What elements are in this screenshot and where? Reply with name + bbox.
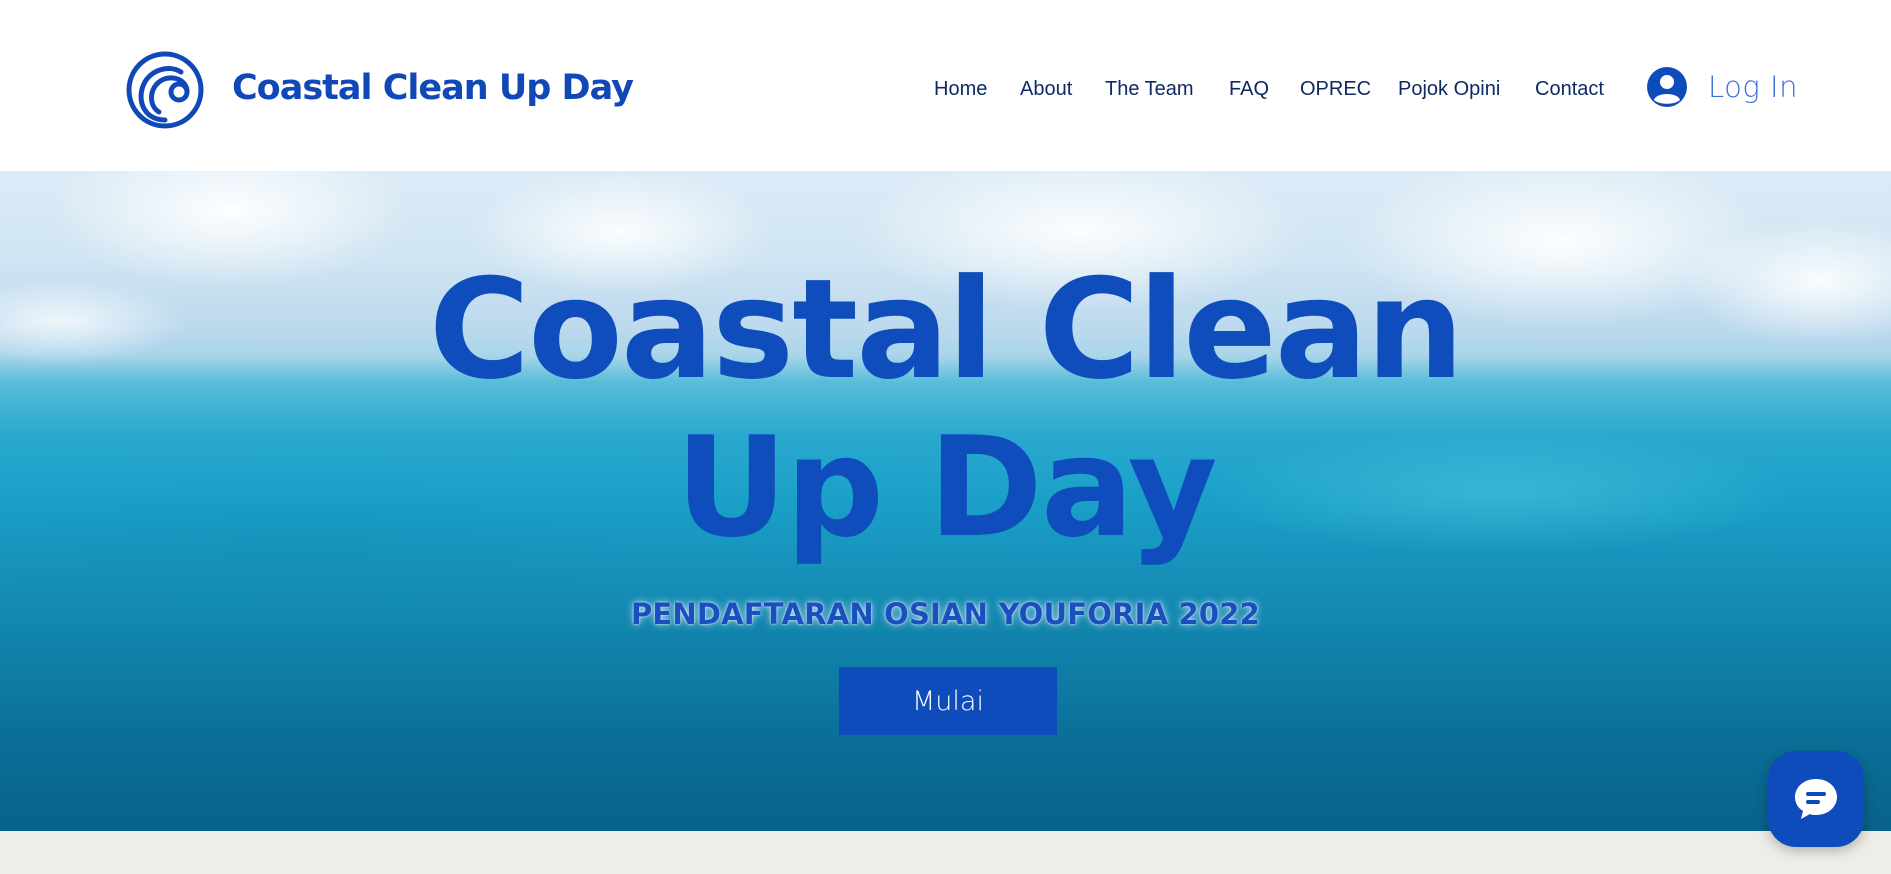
hero-banner: Coastal Clean Up Day PENDAFTARAN OSIAN Y…	[0, 171, 1891, 831]
hero-subtitle: PENDAFTARAN OSIAN YOUFORIA 2022	[630, 597, 1261, 631]
login-label: Log In	[1708, 70, 1798, 104]
nav-item-home[interactable]: Home	[934, 78, 987, 101]
hero-title-line-2: Up Day	[675, 407, 1217, 568]
nav-item-the-team[interactable]: The Team	[1105, 78, 1194, 101]
next-section-band	[0, 831, 1891, 874]
user-avatar-icon	[1647, 67, 1687, 107]
nav-item-faq[interactable]: FAQ	[1229, 78, 1269, 101]
hero-title: Coastal Clean Up Day	[0, 251, 1891, 567]
site-title[interactable]: Coastal Clean Up Day	[232, 68, 634, 108]
wave-circle-logo-icon[interactable]	[125, 50, 205, 130]
chat-bubble-icon	[1795, 779, 1837, 819]
mulai-button[interactable]: Mulai	[839, 667, 1057, 735]
nav-item-contact[interactable]: Contact	[1535, 78, 1604, 101]
site-header: Coastal Clean Up Day Home About The Team…	[0, 0, 1891, 171]
nav-item-pojok-opini[interactable]: Pojok Opini	[1398, 78, 1500, 101]
chat-widget-button[interactable]	[1768, 751, 1864, 847]
hero-title-line-1: Coastal Clean	[428, 249, 1464, 410]
nav-item-oprec[interactable]: OPREC	[1300, 78, 1371, 101]
nav-item-about[interactable]: About	[1020, 78, 1072, 101]
